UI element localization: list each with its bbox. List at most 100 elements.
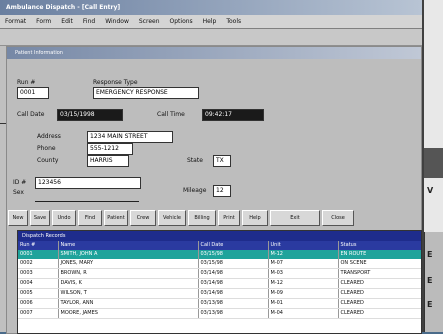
save-button[interactable]: Save [30,210,50,226]
table-cell: SMITH, JOHN A [58,250,199,259]
run-label: Run # [17,79,36,86]
grid-title: Dispatch Records [18,231,421,241]
time-label: Call Time [157,111,185,118]
help-button[interactable]: Help [242,210,268,226]
menu-bar: Format Form Edit Find Window Screen Opti… [0,15,422,29]
table-cell: 03/15/98 [198,250,269,259]
table-cell: JONES, MARY [58,259,199,269]
table-cell: BROWN, R [58,268,199,279]
table-row[interactable]: 0001 SMITH, JOHN A 03/15/98 M-12 EN ROUTE [18,250,421,259]
table-cell: 0003 [18,268,59,279]
county-label: County [37,157,59,164]
column-header[interactable]: Status [338,241,421,250]
undo-button[interactable]: Undo [52,210,76,226]
date-label: Call Date [17,111,45,118]
table-cell: 0001 [18,250,59,259]
date-field[interactable]: 03/15/1998 [57,109,123,121]
table-cell: 03/13/98 [198,298,269,309]
table-cell: 0004 [18,278,59,289]
response-label: Response Type [93,79,138,86]
table-cell: TAYLOR, ANN [58,298,199,309]
table-row[interactable]: 0006 TAYLOR, ANN 03/13/98 M-01 CLEARED [18,298,421,309]
time-field[interactable]: 09:42:17 [202,109,264,121]
phone-label: Phone [37,145,56,152]
table-cell: EN ROUTE [338,250,421,259]
sex-label: Sex [13,189,24,196]
records-table: Run # Name Call Date Unit Status 0001 SMI… [18,241,421,319]
crew-button[interactable]: Crew [130,210,156,226]
state-label: State [187,157,203,164]
menu-item[interactable]: Find [78,18,100,25]
panel-title: Patient Information [7,47,421,59]
patient-button[interactable]: Patient [104,210,128,226]
table-cell: CLEARED [338,288,421,299]
table-cell: 03/13/98 [198,308,269,319]
table-row[interactable]: 0003 BROWN, R 03/14/98 M-03 TRANSPORT [18,268,421,279]
mileage-label: Mileage [183,187,207,194]
records-grid: Dispatch Records Run # Name Call Date Un… [17,230,422,334]
exit-button[interactable]: Exit [270,210,320,226]
phone-field[interactable]: 555-1212 [87,143,133,155]
menu-item[interactable]: Options [165,18,198,25]
county-field[interactable]: HARRIS [87,155,129,167]
mileage-field[interactable]: 12 [213,185,231,197]
column-header[interactable]: Name [58,241,199,250]
column-header[interactable]: Unit [268,241,339,250]
toolbar [0,29,422,46]
table-cell: M-07 [268,259,339,269]
column-header[interactable]: Call Date [198,241,269,250]
new-button[interactable]: New [8,210,28,226]
table-cell: CLEARED [338,278,421,289]
side-letter: V [427,186,434,195]
table-header-row: Run # Name Call Date Unit Status [18,241,421,250]
table-row[interactable]: 0004 DAVIS, K 03/14/98 M-12 CLEARED [18,278,421,289]
id-field[interactable]: 123456 [35,177,141,189]
billing-button[interactable]: Billing [188,210,216,226]
table-cell: 03/15/98 [198,259,269,269]
table-cell: M-12 [268,250,339,259]
table-cell: M-01 [268,298,339,309]
find-button[interactable]: Find [78,210,102,226]
table-row[interactable]: 0005 WILSON, T 03/14/98 M-09 CLEARED [18,288,421,299]
table-cell: CLEARED [338,298,421,309]
menu-item[interactable]: Screen [134,18,165,25]
menu-item[interactable]: Format [0,18,31,25]
side-letter: E [427,250,433,259]
address-field[interactable]: 1234 MAIN STREET [87,131,173,143]
run-field[interactable]: 0001 [17,87,49,99]
table-cell: 03/14/98 [198,278,269,289]
side-letter: E [427,300,433,309]
background-window: V E E E [424,0,443,332]
menu-item[interactable]: Window [100,18,134,25]
id-label: ID # [13,179,27,186]
vehicle-button[interactable]: Vehicle [158,210,186,226]
table-cell: M-12 [268,278,339,289]
table-cell: WILSON, T [58,288,199,299]
state-field[interactable]: TX [213,155,231,167]
print-button[interactable]: Print [218,210,240,226]
close-button[interactable]: Close [322,210,354,226]
table-cell: MOORE, JAMES [58,308,199,319]
table-cell: M-09 [268,288,339,299]
menu-item[interactable]: Form [31,18,56,25]
menu-item[interactable]: Tools [221,18,246,25]
table-cell: 0005 [18,288,59,299]
button-row: New Save Undo Find Patient Crew Vehicle … [8,210,420,226]
column-header[interactable]: Run # [18,241,59,250]
table-cell: 03/14/98 [198,268,269,279]
response-field[interactable]: EMERGENCY RESPONSE [93,87,199,99]
window-title: Ambulance Dispatch - [Call Entry] [0,0,422,15]
table-cell: ON SCENE [338,259,421,269]
sex-line [35,201,139,202]
table-cell: 03/14/98 [198,288,269,299]
background-block [424,148,443,178]
table-row[interactable]: 0007 MOORE, JAMES 03/13/98 M-04 CLEARED [18,308,421,319]
table-cell: 0002 [18,259,59,269]
table-cell: CLEARED [338,308,421,319]
menu-item[interactable]: Help [198,18,222,25]
address-label: Address [37,133,61,140]
table-row[interactable]: 0002 JONES, MARY 03/15/98 M-07 ON SCENE [18,259,421,269]
table-cell: DAVIS, K [58,278,199,289]
table-cell: 0006 [18,298,59,309]
menu-item[interactable]: Edit [56,18,78,25]
